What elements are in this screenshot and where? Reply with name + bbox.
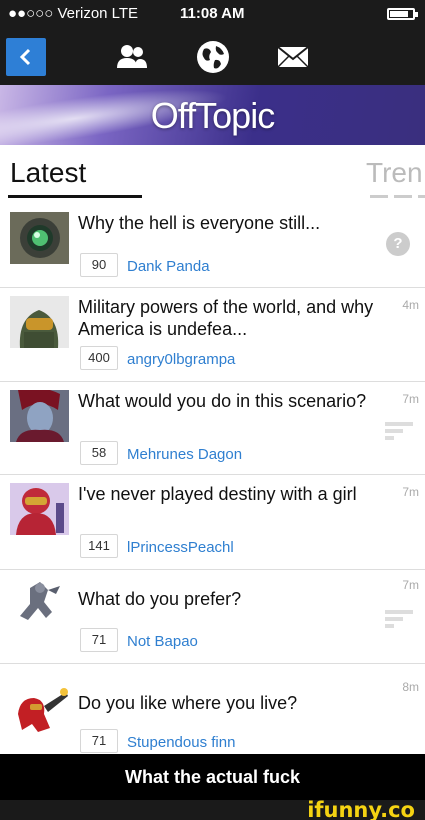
post-age: 7m	[402, 485, 419, 499]
friends-icon[interactable]	[115, 40, 149, 74]
post-age: 8m	[402, 680, 419, 694]
author-link[interactable]: Mehrunes Dagon	[127, 446, 242, 463]
list-item[interactable]: Military powers of the world, and why Am…	[0, 288, 425, 382]
avatar	[10, 390, 69, 450]
author-link[interactable]: lPrincessPeachl	[127, 539, 234, 556]
topic-title: What would you do in this scenario?	[78, 391, 367, 411]
meme-caption: What the actual fuck	[0, 754, 425, 800]
tab-trending[interactable]: Tren	[366, 157, 425, 189]
avatar	[10, 483, 69, 543]
topic-title: Why the hell is everyone still...	[78, 213, 321, 233]
author-link[interactable]: Stupendous finn	[127, 734, 235, 751]
clock: 11:08 AM	[180, 5, 245, 22]
carrier-label: ●●○○○ Verizon LTE	[8, 5, 139, 22]
back-icon	[19, 48, 31, 66]
group-title: OffTopic	[150, 95, 275, 136]
reply-count: 90	[80, 253, 118, 277]
globe-icon[interactable]	[196, 40, 230, 74]
watermark-bar: ifunny.co	[0, 798, 425, 820]
avatar	[10, 212, 69, 264]
topic-title: Do you like where you live?	[78, 693, 298, 713]
status-bar: ●●○○○ Verizon LTE 11:08 AM	[0, 0, 425, 28]
topic-title: What do you prefer?	[78, 589, 242, 609]
list-item[interactable]: I've never played destiny with a girl 14…	[0, 475, 425, 570]
avatar	[10, 578, 69, 642]
list-item[interactable]: Why the hell is everyone still... 90 Dan…	[0, 207, 425, 288]
avatar	[10, 684, 69, 740]
author-link[interactable]: Dank Panda	[127, 258, 210, 275]
list-item[interactable]: What would you do in this scenario? 58 M…	[0, 382, 425, 475]
nav-bar	[0, 28, 425, 85]
reply-count: 141	[80, 534, 118, 558]
post-age: 4m	[402, 298, 419, 312]
group-banner: OffTopic	[0, 85, 425, 145]
tab-indicator	[370, 195, 425, 198]
reply-count: 400	[80, 346, 118, 370]
topic-title: Military powers of the world, and why Am…	[78, 297, 374, 339]
battery-icon	[387, 8, 418, 20]
watermark-logo: ifunny.co	[307, 798, 415, 820]
back-button[interactable]	[6, 38, 46, 76]
reply-count: 71	[80, 628, 118, 652]
author-link[interactable]: Not Bapao	[127, 633, 198, 650]
list-item[interactable]: Do you like where you live? 71 Stupendou…	[0, 664, 425, 754]
post-age: 7m	[402, 392, 419, 406]
tab-latest[interactable]: Latest	[10, 157, 86, 189]
reply-count: 71	[80, 729, 118, 753]
post-age: 7m	[402, 578, 419, 592]
topic-list: Why the hell is everyone still... 90 Dan…	[0, 207, 425, 754]
active-tab-indicator	[8, 195, 142, 198]
mail-icon[interactable]	[276, 40, 310, 74]
help-icon: ?	[386, 232, 410, 256]
author-link[interactable]: angry0lbgrampa	[127, 351, 235, 368]
feed-tabs: Latest Tren	[0, 145, 425, 207]
bars-icon	[385, 422, 413, 440]
reply-count: 58	[80, 441, 118, 465]
list-item[interactable]: What do you prefer? 71 Not Bapao 7m	[0, 570, 425, 664]
bars-icon	[385, 610, 413, 628]
avatar	[10, 296, 69, 356]
topic-title: I've never played destiny with a girl	[78, 484, 357, 504]
